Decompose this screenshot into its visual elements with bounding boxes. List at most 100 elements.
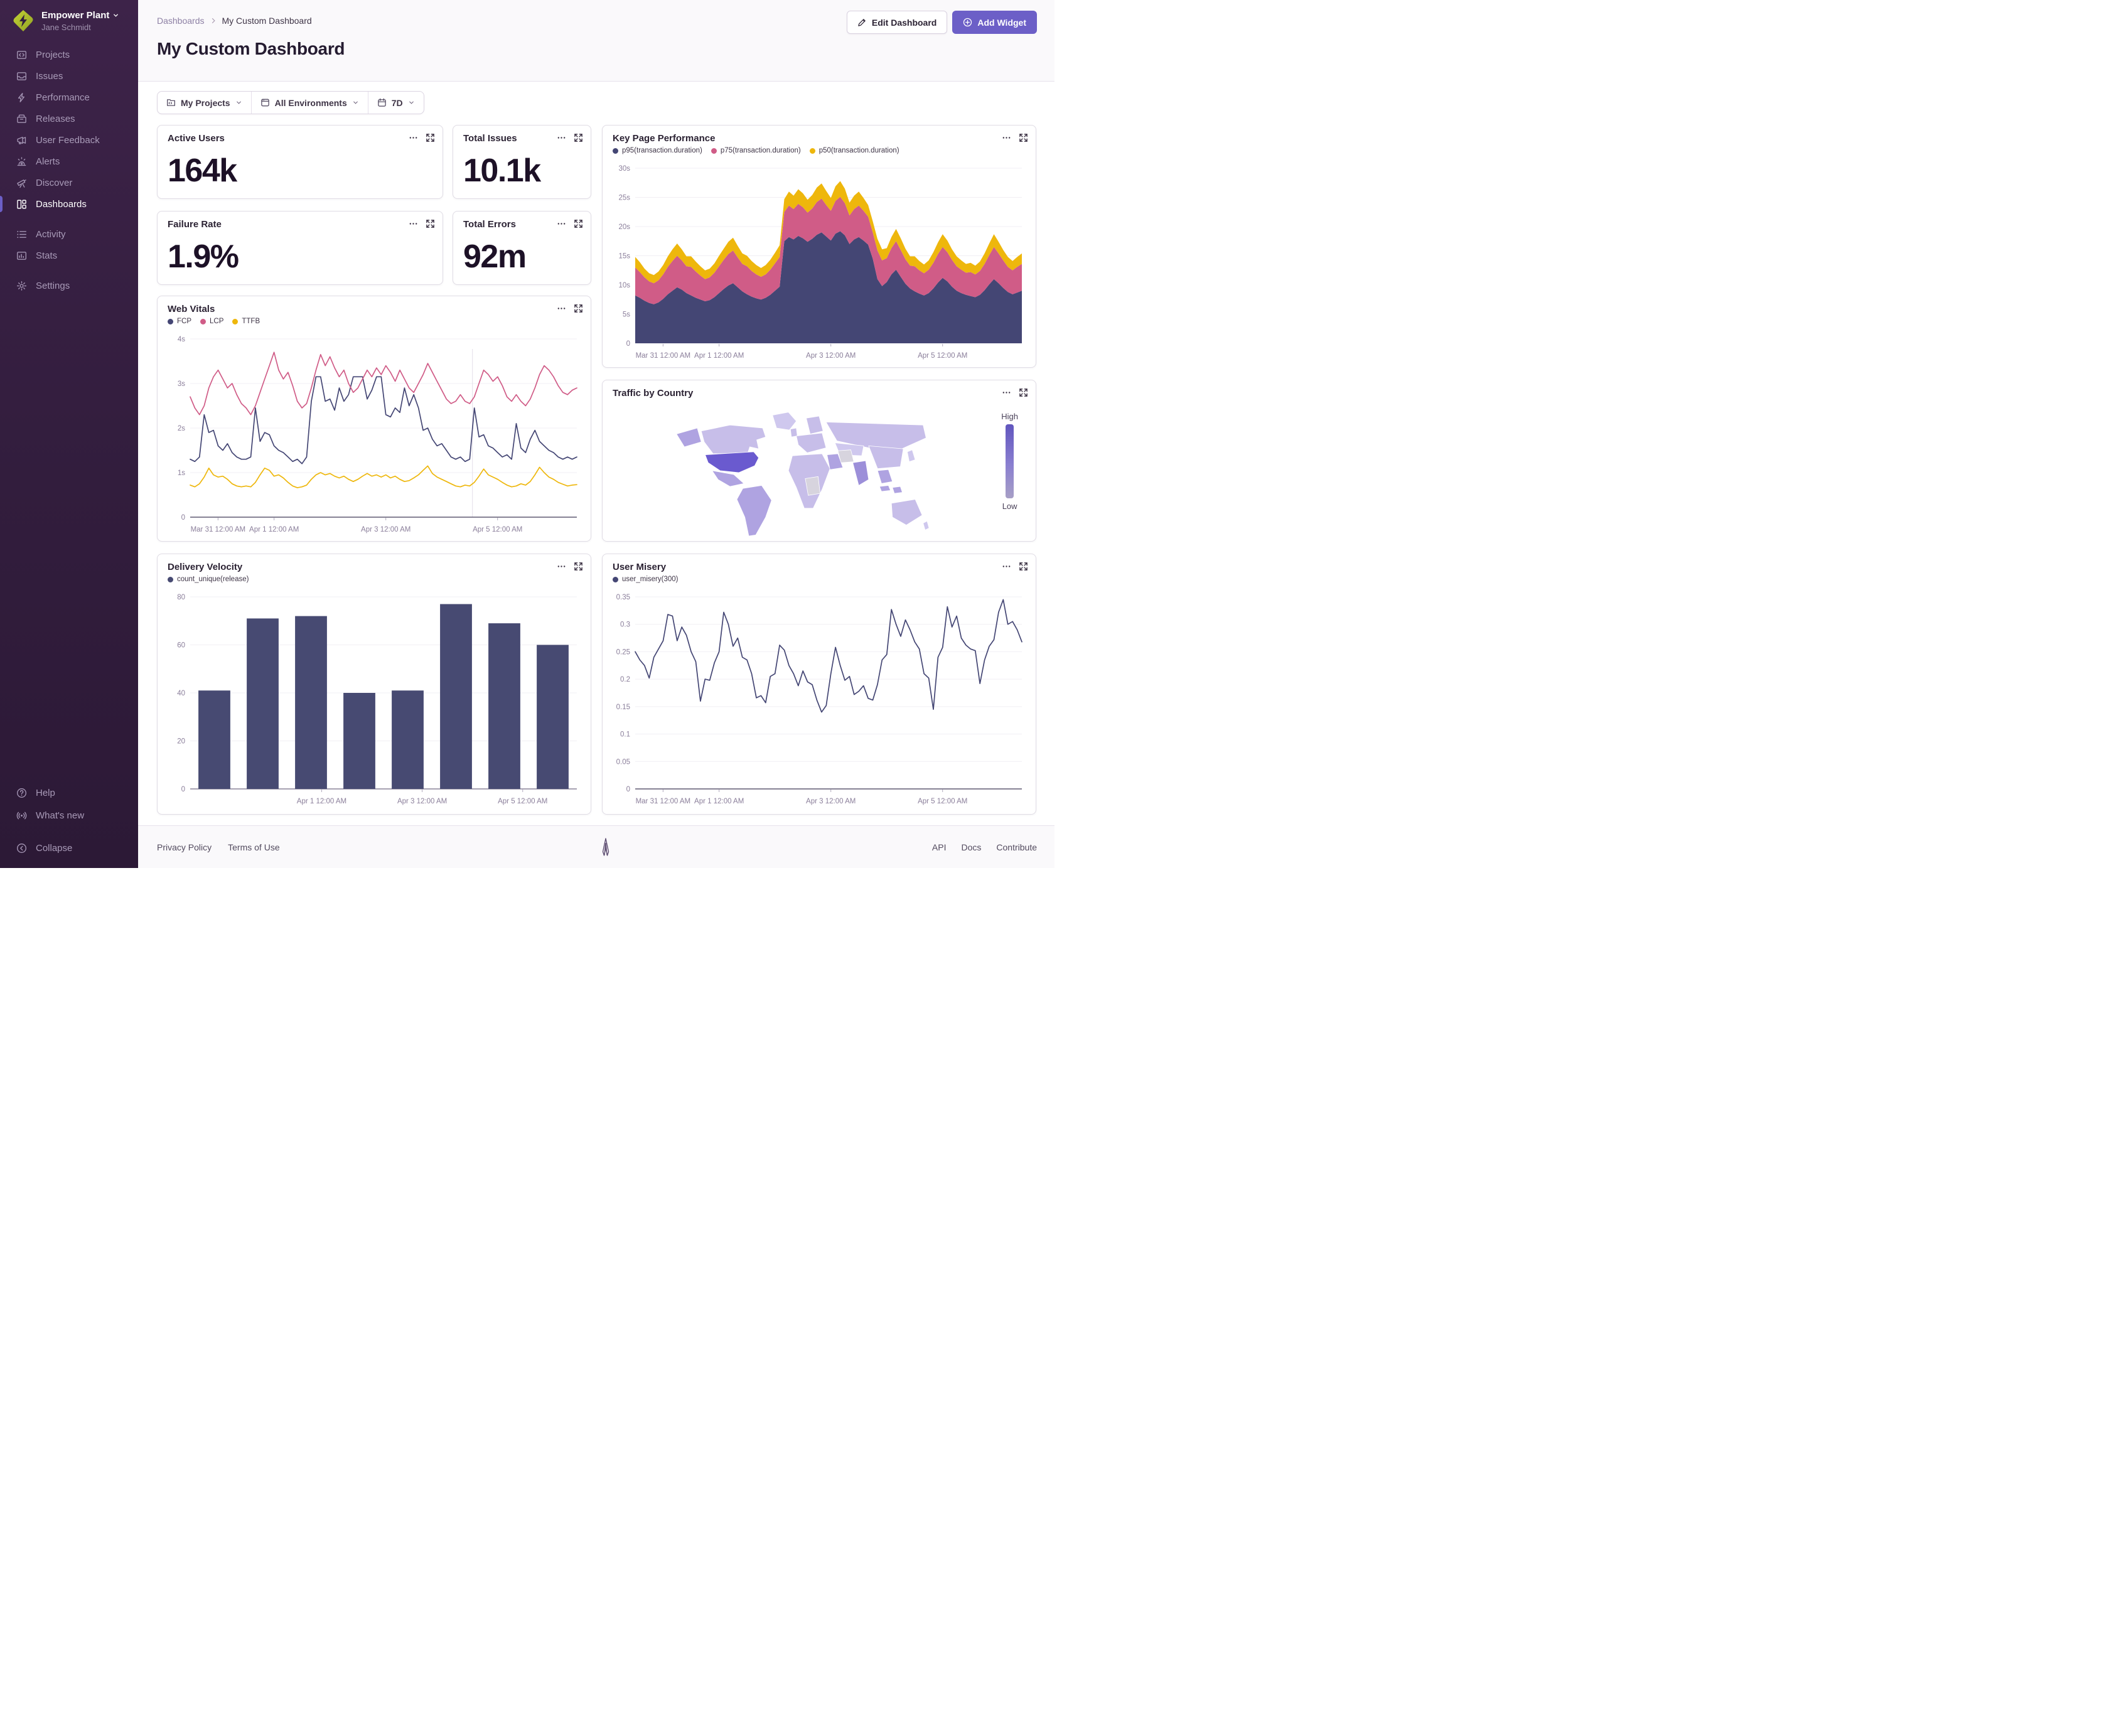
svg-text:15s: 15s bbox=[618, 253, 630, 260]
legend-item[interactable]: user_misery(300) bbox=[613, 576, 678, 583]
alerts-icon bbox=[17, 157, 26, 166]
sidebar-item-user-feedback[interactable]: User Feedback bbox=[0, 129, 138, 151]
user-misery-chart[interactable]: 0 0.05 0.1 0.15 0.2 0.25 0.3 0.35 Mar 31 12:00 A… bbox=[608, 591, 1029, 808]
sidebar-item-activity[interactable]: Activity bbox=[0, 223, 138, 245]
widget-expand-icon[interactable] bbox=[426, 133, 435, 142]
widget-total-issues: Total Issues 10.1k bbox=[453, 125, 591, 199]
legend-item[interactable]: p95(transaction.duration) bbox=[613, 147, 702, 154]
widget-expand-icon[interactable] bbox=[574, 133, 583, 142]
activity-icon bbox=[17, 230, 26, 238]
delivery-velocity-chart[interactable]: 0 20 40 60 80 Apr 1 12:00 AM Apr 3 12:00 AM Apr… bbox=[163, 591, 584, 808]
widget-web-vitals: Web Vitals FCP LCP TTFB 0 1s 2s 3s 4s Mar 31 12… bbox=[157, 296, 591, 542]
sidebar-item-issues[interactable]: Issues bbox=[0, 65, 138, 87]
widget-menu-icon[interactable] bbox=[1002, 388, 1011, 397]
legend-item[interactable]: p75(transaction.duration) bbox=[711, 147, 801, 154]
legend-item[interactable]: FCP bbox=[168, 318, 191, 325]
edit-dashboard-button[interactable]: Edit Dashboard bbox=[846, 11, 948, 34]
sidebar-item-projects[interactable]: Projects bbox=[0, 44, 138, 65]
widget-title: Active Users bbox=[168, 133, 225, 144]
key-page-performance-chart[interactable]: 0 5s 10s 15s 20s 25s 30s Mar 31 12:00 AM Apr 1 1… bbox=[608, 162, 1029, 362]
svg-text:Apr 1 12:00 AM: Apr 1 12:00 AM bbox=[694, 352, 744, 360]
legend-item[interactable]: LCP bbox=[200, 318, 223, 325]
environment-filter-icon bbox=[260, 99, 269, 107]
sidebar-collapse-button[interactable]: Collapse bbox=[0, 837, 138, 859]
widget-expand-icon[interactable] bbox=[574, 219, 583, 228]
sidebar-item-label: Help bbox=[36, 787, 55, 798]
terms-of-use-link[interactable]: Terms of Use bbox=[228, 842, 279, 852]
legend-item[interactable]: count_unique(release) bbox=[168, 576, 249, 583]
sidebar-item-label: What's new bbox=[36, 810, 85, 821]
sidebar-item-dashboards[interactable]: Dashboards bbox=[0, 193, 138, 215]
docs-link[interactable]: Docs bbox=[962, 842, 982, 852]
world-map[interactable] bbox=[640, 409, 960, 536]
sidebar-item-help[interactable]: Help bbox=[0, 781, 138, 804]
legend-item[interactable]: p50(transaction.duration) bbox=[809, 147, 899, 154]
legend-item[interactable]: TTFB bbox=[232, 318, 260, 325]
contribute-link[interactable]: Contribute bbox=[996, 842, 1037, 852]
svg-text:Apr 5 12:00 AM: Apr 5 12:00 AM bbox=[918, 798, 967, 805]
widget-menu-icon[interactable] bbox=[557, 562, 566, 571]
svg-text:20s: 20s bbox=[618, 223, 630, 231]
svg-text:80: 80 bbox=[177, 594, 185, 601]
org-switcher[interactable]: Empower Plant Jane Schmidt bbox=[0, 9, 138, 44]
widget-menu-icon[interactable] bbox=[557, 304, 566, 313]
chevron-down-icon bbox=[236, 101, 241, 104]
privacy-policy-link[interactable]: Privacy Policy bbox=[157, 842, 212, 852]
api-link[interactable]: API bbox=[932, 842, 947, 852]
widget-expand-icon[interactable] bbox=[1019, 562, 1028, 571]
widget-expand-icon[interactable] bbox=[574, 304, 583, 313]
widget-menu-icon[interactable] bbox=[1002, 133, 1011, 142]
performance-icon bbox=[18, 92, 25, 102]
widget-title: User Misery bbox=[613, 562, 667, 572]
widget-menu-icon[interactable] bbox=[557, 219, 566, 228]
svg-text:Apr 3 12:00 AM: Apr 3 12:00 AM bbox=[361, 526, 411, 533]
sidebar-item-settings[interactable]: Settings bbox=[0, 275, 138, 296]
filter-bar: My Projects All Environments 7D bbox=[157, 91, 424, 114]
sidebar-item-label: Alerts bbox=[36, 156, 60, 167]
project-filter-icon bbox=[167, 99, 175, 106]
widget-menu-icon[interactable] bbox=[557, 133, 566, 142]
sidebar-item-releases[interactable]: Releases bbox=[0, 108, 138, 129]
svg-text:0.35: 0.35 bbox=[616, 594, 630, 601]
sidebar-item-stats[interactable]: Stats bbox=[0, 245, 138, 266]
big-number-value: 1.9% bbox=[168, 238, 239, 275]
widget-menu-icon[interactable] bbox=[409, 133, 418, 142]
sidebar-item-alerts[interactable]: Alerts bbox=[0, 151, 138, 172]
breadcrumb-dashboards-link[interactable]: Dashboards bbox=[157, 16, 205, 26]
widget-expand-icon[interactable] bbox=[426, 219, 435, 228]
environment-filter[interactable]: All Environments bbox=[250, 92, 368, 114]
map-legend-high: High bbox=[1001, 412, 1018, 421]
widget-title: Failure Rate bbox=[168, 219, 222, 230]
sidebar-item-whats-new[interactable]: What's new bbox=[0, 804, 138, 827]
web-vitals-chart[interactable]: 0 1s 2s 3s 4s Mar 31 12:00 AM Apr 1 12:00 AM Ap… bbox=[163, 333, 584, 536]
sidebar-item-performance[interactable]: Performance bbox=[0, 87, 138, 108]
widget-title: Delivery Velocity bbox=[168, 562, 243, 572]
page-header: Dashboards My Custom Dashboard My Custom… bbox=[138, 0, 1054, 82]
breadcrumb: Dashboards My Custom Dashboard bbox=[157, 16, 312, 26]
svg-text:25s: 25s bbox=[618, 195, 630, 202]
sidebar-item-label: Issues bbox=[36, 70, 63, 82]
svg-text:Apr 5 12:00 AM: Apr 5 12:00 AM bbox=[918, 352, 967, 360]
widget-active-users: Active Users 164k bbox=[157, 125, 443, 199]
svg-text:20: 20 bbox=[177, 738, 185, 746]
sidebar-item-discover[interactable]: Discover bbox=[0, 172, 138, 193]
stats-icon bbox=[17, 251, 26, 260]
widget-expand-icon[interactable] bbox=[1019, 388, 1028, 397]
widget-menu-icon[interactable] bbox=[409, 219, 418, 228]
environment-filter-value: All Environments bbox=[274, 97, 347, 108]
svg-text:0.05: 0.05 bbox=[616, 758, 630, 766]
add-widget-button[interactable]: Add Widget bbox=[952, 11, 1037, 34]
widget-menu-icon[interactable] bbox=[1002, 562, 1011, 571]
sidebar-item-label: Dashboards bbox=[36, 198, 87, 210]
widget-expand-icon[interactable] bbox=[1019, 133, 1028, 142]
widget-expand-icon[interactable] bbox=[574, 562, 583, 571]
sidebar-nav: Projects Issues Performance Releases Use… bbox=[0, 44, 138, 296]
collapse-icon bbox=[17, 843, 26, 853]
svg-text:0: 0 bbox=[626, 786, 630, 793]
project-filter[interactable]: My Projects bbox=[158, 92, 251, 114]
discover-icon bbox=[17, 179, 26, 188]
date-range-filter[interactable]: 7D bbox=[367, 92, 424, 114]
svg-text:Mar 31 12:00 AM: Mar 31 12:00 AM bbox=[636, 798, 691, 805]
svg-text:Apr 1 12:00 AM: Apr 1 12:00 AM bbox=[249, 526, 299, 533]
sidebar-item-label: Projects bbox=[36, 49, 70, 60]
